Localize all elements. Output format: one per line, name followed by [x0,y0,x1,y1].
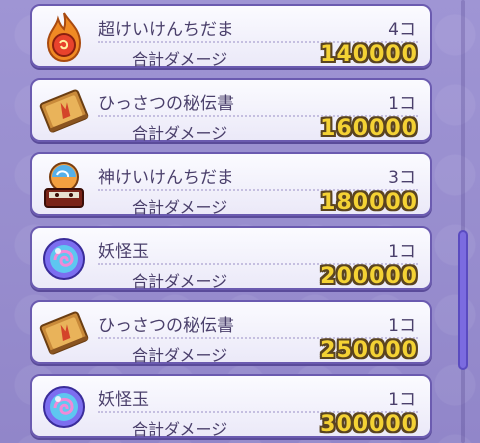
damage-label: 合計ダメージ [132,272,228,291]
item-count: 1コ [388,94,416,114]
damage-value: 250000 [320,338,418,363]
item-name: 神けいけんちだま [98,168,234,188]
item-count: 1コ [388,316,416,336]
scroll-thumb[interactable] [458,230,468,370]
reward-card[interactable]: ひっさつの秘伝書 1コ 合計ダメージ 160000 [30,78,432,143]
youkai-orb-icon [38,233,90,285]
damage-value: 140000 [320,42,418,67]
scroll-book-icon [38,85,90,137]
scroll-book-icon [38,307,90,359]
reward-card[interactable]: ひっさつの秘伝書 1コ 合計ダメージ 250000 [30,300,432,365]
damage-value: 160000 [320,116,418,141]
item-name: 妖怪玉 [98,390,149,410]
god-ball-icon [38,159,90,211]
damage-value: 200000 [320,264,418,289]
item-count: 1コ [388,242,416,262]
item-name: 妖怪玉 [98,242,149,262]
reward-card[interactable]: 超けいけんちだま 4コ 合計ダメージ 140000 [30,4,432,69]
damage-label: 合計ダメージ [132,198,228,217]
item-name: 超けいけんちだま [98,20,234,40]
reward-card[interactable]: 神けいけんちだま 3コ 合計ダメージ 180000 [30,152,432,217]
damage-label: 合計ダメージ [132,124,228,143]
damage-value: 180000 [320,190,418,215]
item-count: 1コ [388,390,416,410]
reward-card[interactable]: 妖怪玉 1コ 合計ダメージ 300000 [30,374,432,439]
reward-card[interactable]: 妖怪玉 1コ 合計ダメージ 200000 [30,226,432,291]
damage-label: 合計ダメージ [132,50,228,69]
item-name: ひっさつの秘伝書 [98,316,234,336]
fire-ball-icon [38,11,90,63]
youkai-orb-icon [38,381,90,433]
scrollbar[interactable] [456,0,470,443]
damage-value: 300000 [320,412,418,437]
reward-list[interactable]: 超けいけんちだま 4コ 合計ダメージ 140000 ひっさつの秘伝書 1コ 合計… [30,0,432,443]
damage-label: 合計ダメージ [132,420,228,439]
item-name: ひっさつの秘伝書 [98,94,234,114]
damage-label: 合計ダメージ [132,346,228,365]
item-count: 4コ [388,20,416,40]
scroll-track[interactable] [461,0,465,443]
item-count: 3コ [388,168,416,188]
